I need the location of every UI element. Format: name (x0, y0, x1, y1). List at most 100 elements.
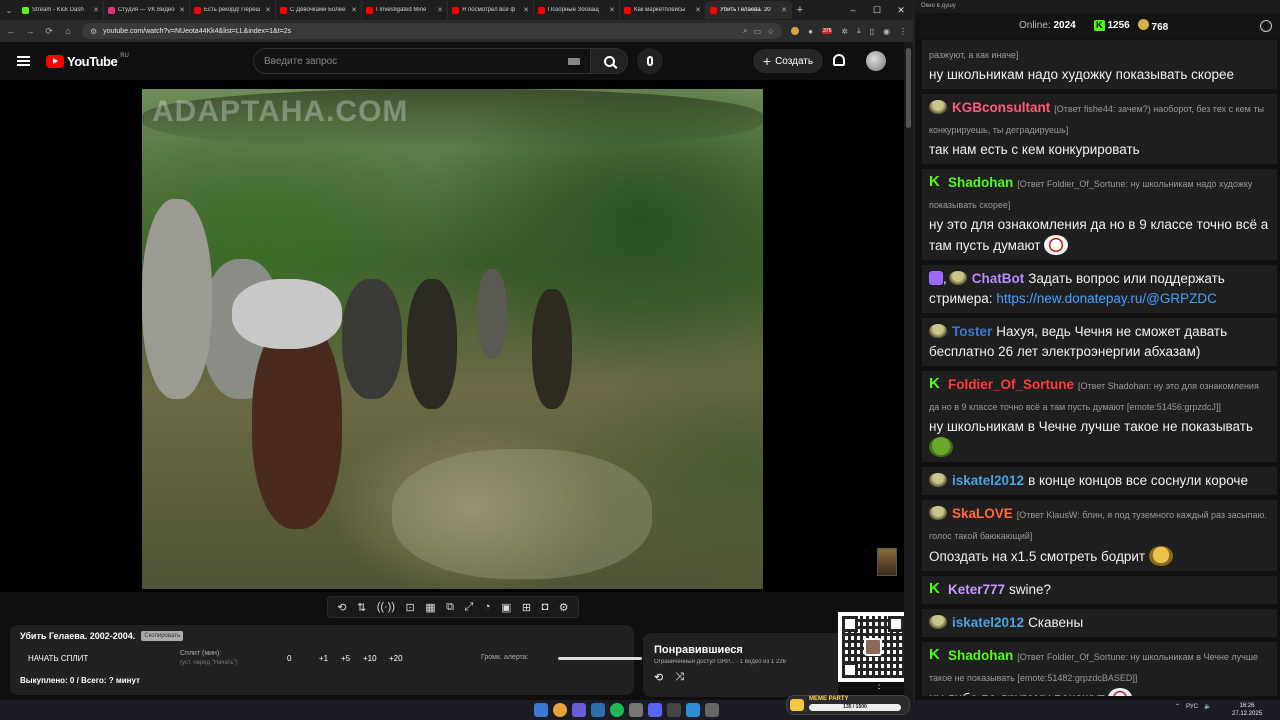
shuffle-icon[interactable]: ⤨ (675, 671, 684, 684)
browser-tab[interactable]: Stream - Kick Dash ✕ (18, 1, 104, 19)
browser-tab[interactable]: Я посмотрел все ф ✕ (448, 1, 534, 19)
create-button[interactable]: + Создать (753, 49, 823, 73)
tab-close-icon[interactable]: ✕ (695, 6, 701, 14)
fullscreen-icon[interactable]: ⤢ (465, 601, 474, 614)
playlist-panel[interactable]: Понравившиеся Ограниченный доступ GRP...… (643, 633, 838, 697)
more-options-icon[interactable]: ⋮ (874, 680, 884, 691)
chat-username[interactable]: Shadohan (948, 175, 1013, 190)
tab-close-icon[interactable]: ✕ (265, 6, 271, 14)
start-icon[interactable] (534, 703, 548, 717)
add-5-button[interactable]: +5 (341, 654, 350, 663)
clock[interactable]: 16:26 27.12.2025 (1232, 702, 1262, 718)
chat-username[interactable]: Shadohan (948, 648, 1013, 663)
cast-icon[interactable]: ▭ (753, 27, 761, 36)
language-indicator[interactable]: РУС (1186, 704, 1198, 710)
extension-badge[interactable]: 375 (822, 28, 833, 34)
add-10-button[interactable]: +10 (363, 654, 377, 663)
tab-close-icon[interactable]: ✕ (93, 6, 99, 14)
browser-menu-icon[interactable]: ⋮ (899, 27, 907, 36)
tab-close-icon[interactable]: ✕ (351, 6, 357, 14)
youtube-logo[interactable]: YouTube RU (46, 53, 129, 69)
app-icon[interactable] (705, 703, 719, 717)
chat-username[interactable]: Toster (952, 324, 992, 339)
scrollbar-thumb[interactable] (906, 48, 911, 128)
calendar-icon[interactable]: ▦ (425, 601, 435, 614)
app-icon[interactable] (572, 703, 586, 717)
sort-icon[interactable]: ⇅ (357, 601, 366, 614)
add-icon[interactable]: ⊞ (522, 601, 531, 614)
add-1-button[interactable]: +1 (319, 654, 328, 663)
loop-icon[interactable]: ⟲ (337, 601, 346, 614)
spotify-icon[interactable] (610, 703, 624, 717)
discord-icon[interactable] (648, 703, 662, 717)
steam-icon[interactable] (591, 703, 605, 717)
extension-icon[interactable] (791, 27, 800, 35)
search-button[interactable] (590, 48, 628, 74)
obs-icon[interactable] (629, 703, 643, 717)
home-icon[interactable]: ⌂ (63, 26, 73, 36)
site-info-icon[interactable]: ⚙ (90, 27, 97, 36)
app-icon[interactable] (686, 703, 700, 717)
close-window-button[interactable]: ✕ (889, 5, 913, 16)
chat-message-list[interactable]: разжуют, а как иначе] ну школьникам надо … (922, 40, 1277, 696)
donation-link[interactable]: https://new.donatepay.ru/@GRPZDC (996, 291, 1217, 306)
bookmark-star-icon[interactable]: ☆ (767, 27, 774, 36)
tray-chevron-icon[interactable]: ⌃ (1175, 703, 1180, 710)
menu-icon[interactable] (17, 56, 30, 66)
notifications-bell-icon[interactable] (833, 54, 845, 66)
channel-thumbnail[interactable] (877, 548, 897, 576)
url-field[interactable]: ⚙ youtube.com/watch?v=NUeota44Kk4&list=L… (82, 23, 783, 39)
alert-volume-slider[interactable] (558, 657, 642, 660)
video-frame[interactable]: ADAPTAHA.COM (142, 89, 763, 589)
back-icon[interactable]: ← (6, 26, 16, 36)
page-scrollbar[interactable] (904, 42, 913, 700)
start-split-button[interactable]: НАЧАТЬ СПЛИТ (28, 654, 88, 663)
watch-later-icon[interactable]: ⊡ (406, 601, 415, 614)
stats-icon[interactable]: ▣ (501, 601, 511, 614)
chat-username[interactable]: iskatel2012 (952, 473, 1024, 488)
split-minutes-value[interactable]: 0 (287, 654, 291, 663)
picture-in-picture-icon[interactable]: ⧉ (446, 601, 454, 614)
maximize-button[interactable]: ☐ (865, 5, 889, 16)
browser-tab[interactable]: Позорные Зоозащ ✕ (534, 1, 620, 19)
profile-icon[interactable]: ◉ (883, 27, 890, 36)
tab-close-icon[interactable]: ✕ (781, 6, 787, 14)
chat-settings-icon[interactable] (1260, 20, 1272, 32)
chat-username[interactable]: Foldier_Of_Sortune (948, 377, 1074, 392)
add-20-button[interactable]: +20 (389, 654, 403, 663)
screenshot-icon[interactable]: ◘ (542, 601, 549, 613)
tab-close-icon[interactable]: ✕ (609, 6, 615, 14)
extensions-puzzle-icon[interactable]: ✲ (841, 27, 848, 36)
loop-playlist-icon[interactable]: ⟲ (654, 671, 663, 684)
browser-tab[interactable]: Убить Гелаева. 20 ✕ (706, 1, 792, 19)
volume-icon[interactable]: 🔈 (1204, 703, 1211, 710)
tab-close-icon[interactable]: ✕ (179, 6, 185, 14)
url-text[interactable]: youtube.com/watch?v=NUeota44Kk4&list=LL&… (103, 28, 737, 35)
chrome-icon[interactable] (553, 703, 567, 717)
new-tab-button[interactable]: + (792, 4, 808, 16)
tab-search-button[interactable]: ⌄ (0, 1, 18, 19)
tab-close-icon[interactable]: ✕ (437, 6, 443, 14)
keyboard-icon[interactable] (568, 57, 580, 65)
playlist-title[interactable]: Понравившиеся (654, 644, 827, 656)
minimize-button[interactable]: – (841, 5, 865, 16)
browser-tab[interactable]: Студия — VK Видео ✕ (104, 1, 190, 19)
copy-button[interactable]: Скопировать (141, 631, 184, 641)
video-player[interactable]: ADAPTAHA.COM (0, 80, 904, 592)
audio-icon[interactable]: ((·)) (377, 601, 395, 613)
chat-username[interactable]: iskatel2012 (952, 615, 1024, 630)
reload-icon[interactable]: ⟳ (44, 26, 54, 37)
settings-icon[interactable]: ⚙ (559, 601, 569, 614)
avatar[interactable] (866, 51, 886, 71)
downloads-icon[interactable]: ⤓ (857, 26, 861, 36)
browser-tab[interactable]: Есть рекорд! Переш ✕ (190, 1, 276, 19)
browser-tab[interactable]: Как маркетплейсы ✕ (620, 1, 706, 19)
chat-username[interactable]: ChatBot (972, 271, 1025, 286)
zoom-icon[interactable]: ⌕ (743, 26, 747, 36)
chat-username[interactable]: Keter777 (948, 582, 1005, 597)
tab-close-icon[interactable]: ✕ (523, 6, 529, 14)
browser-tab[interactable]: С Девочками Более ✕ (276, 1, 362, 19)
extension-icon[interactable]: ● (808, 27, 813, 36)
chat-username[interactable]: KGBconsultant (952, 100, 1050, 115)
speed-icon[interactable]: ◔ (484, 601, 491, 613)
